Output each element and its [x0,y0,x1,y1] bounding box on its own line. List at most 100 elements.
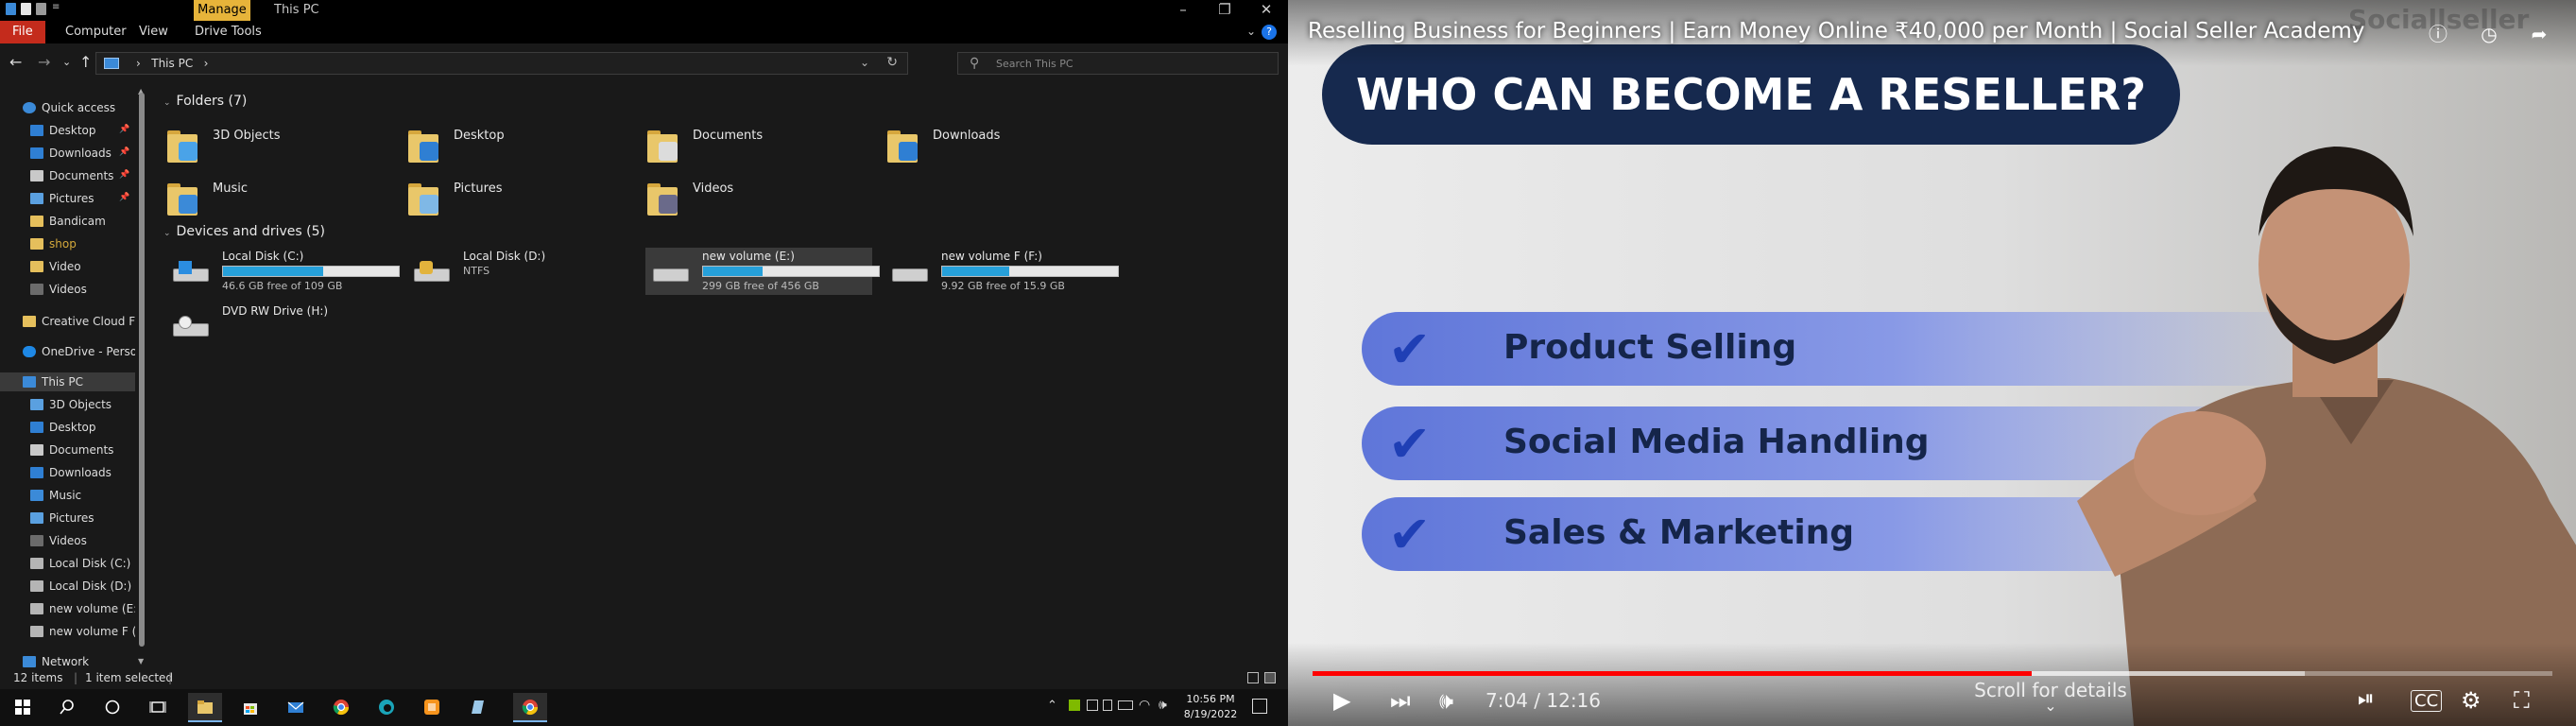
nav-new-volume-e[interactable]: new volume (E:) [30,599,142,618]
nav-new-volume-f[interactable]: new volume F (F [30,622,143,641]
nav-pc-videos[interactable]: Videos [30,531,87,550]
search-icon[interactable] [50,693,84,722]
file-explorer-taskbar-icon[interactable] [188,693,222,722]
nav-downloads[interactable]: Downloads [30,144,112,163]
next-icon[interactable]: ⏭ [1390,687,1411,714]
help-icon[interactable]: ? [1262,25,1277,40]
battery-icon[interactable] [1118,700,1133,710]
maximize-button[interactable]: ❐ [1204,0,1245,21]
forward-icon[interactable]: → [38,53,50,71]
search-input[interactable]: ⚲ Search This PC [957,52,1279,75]
show-hidden-icons-icon[interactable]: ⌃ [1047,699,1057,713]
properties-icon[interactable] [21,3,31,15]
edge-icon[interactable] [369,693,404,722]
usb-icon[interactable] [1103,700,1112,711]
progress-bar[interactable] [1313,671,2552,676]
new-folder-icon[interactable] [36,3,46,15]
nav-video[interactable]: Video [30,257,81,276]
folder-pictures[interactable]: Pictures [397,172,614,219]
folder-downloads[interactable]: Downloads [876,119,1093,166]
video-title[interactable]: Reselling Business for Beginners | Earn … [1308,19,2364,43]
chrome-icon[interactable] [324,693,358,722]
scroll-for-details[interactable]: Scroll for details ⌄ [1857,679,2244,714]
minimize-button[interactable]: – [1162,0,1204,21]
close-button[interactable]: ✕ [1245,0,1287,21]
volume-icon[interactable]: 🕪 [1159,698,1167,713]
explorer-icon[interactable] [6,3,16,15]
nav-local-disk-c[interactable]: Local Disk (C:) [30,554,130,573]
notifications-icon[interactable] [1252,699,1267,714]
notes-app-icon[interactable] [460,693,494,722]
fullscreen-icon[interactable]: ⛶ [2514,687,2530,714]
folder-documents[interactable]: Documents [636,119,853,166]
chrome-active-icon[interactable] [513,693,547,722]
share-icon[interactable]: ➦ [2522,17,2556,51]
clock[interactable]: 10:56 PM 8/19/2022 [1177,692,1244,722]
drive-h[interactable]: DVD RW Drive (H:) [165,302,392,350]
expand-ribbon-icon[interactable]: ⌄ [1246,25,1256,38]
captions-icon[interactable]: CC [2411,690,2443,712]
nav-onedrive[interactable]: OneDrive - Person [23,342,145,361]
drive-f[interactable]: new volume F (F:) 9.92 GB free of 15.9 G… [884,248,1119,295]
details-view-icon[interactable] [1247,672,1259,683]
nav-local-disk-d[interactable]: Local Disk (D:) [30,577,131,596]
drive-c[interactable]: Local Disk (C:) 46.6 GB free of 109 GB [165,248,400,295]
nav-documents[interactable]: Documents [30,166,113,185]
scroll-down-icon[interactable]: ▼ [138,657,144,666]
nav-shop[interactable]: shop [30,234,77,253]
this-pc-icon [23,376,36,388]
nav-pc-documents[interactable]: Documents [30,441,113,459]
volume-icon[interactable]: 🕪 [1439,687,1453,714]
folder-desktop[interactable]: Desktop [397,119,614,166]
folder-3d-objects[interactable]: 3D Objects [156,119,373,166]
info-icon[interactable]: ⓘ [2421,17,2455,51]
address-bar[interactable]: › This PC › ⌄ ↻ [95,52,908,75]
tab-view[interactable]: View [127,21,180,43]
nav-pc-desktop[interactable]: Desktop [30,418,96,437]
app-orange-icon[interactable] [415,693,449,722]
large-icons-view-icon[interactable] [1264,672,1276,683]
up-icon[interactable]: ↑ [79,53,92,71]
devices-group-header[interactable]: ⌄ Devices and drives (5) [163,224,325,239]
scrollbar-thumb[interactable] [139,93,145,647]
nav-3d-objects[interactable]: 3D Objects [30,395,112,414]
mail-icon[interactable] [279,693,313,722]
breadcrumb[interactable]: › This PC › [136,57,208,70]
drive-d[interactable]: Local Disk (D:) NTFS [406,248,633,295]
nav-pc-pictures[interactable]: Pictures [30,509,94,527]
play-icon[interactable]: ▶ [1333,687,1350,714]
store-icon[interactable] [233,693,267,722]
tab-drive-tools[interactable]: Drive Tools [182,21,274,43]
refresh-icon[interactable]: ↻ [886,55,898,70]
back-icon[interactable]: ← [9,53,22,71]
nav-music[interactable]: Music [30,486,81,505]
video-player[interactable]: WHO CAN BECOME A RESELLER? ✔ Product Sell… [1288,0,2576,726]
folders-group-header[interactable]: ⌄ Folders (7) [163,94,247,109]
address-dropdown-icon[interactable]: ⌄ [860,56,869,69]
nav-quick-access[interactable]: Quick access [23,98,115,117]
nav-videos[interactable]: Videos [30,280,87,299]
settings-icon[interactable]: ⚙ [2461,687,2482,714]
nav-desktop[interactable]: Desktop [30,121,96,140]
nav-pc-downloads[interactable]: Downloads [30,463,112,482]
watch-later-icon[interactable]: ◷ [2472,17,2506,51]
nav-bandicam[interactable]: Bandicam [30,212,106,231]
quick-access-dropdown-icon[interactable]: ≡ [52,2,60,12]
autoplay-toggle-icon[interactable]: ⏯ [2358,687,2375,711]
tab-file[interactable]: File [0,21,45,43]
nav-this-pc[interactable]: This PC [0,372,135,391]
folder-music[interactable]: Music [156,172,373,219]
nav-creative-cloud[interactable]: Creative Cloud Fil [23,312,141,331]
recent-locations-icon[interactable]: ⌄ [62,56,71,68]
nav-pictures[interactable]: Pictures [30,189,94,208]
folder-videos[interactable]: Videos [636,172,853,219]
tray-device-icon[interactable] [1087,700,1098,711]
task-view-icon[interactable] [141,693,175,722]
navigation-scrollbar[interactable]: ▲ ▼ [135,87,148,666]
tray-app-icon[interactable] [1069,700,1080,711]
wifi-icon[interactable]: ◠ [1139,698,1150,713]
drive-e[interactable]: new volume (E:) 299 GB free of 456 GB [645,248,880,295]
start-button[interactable] [6,693,40,722]
manage-context-tab[interactable]: Manage [194,0,250,21]
cortana-icon[interactable] [95,693,129,722]
